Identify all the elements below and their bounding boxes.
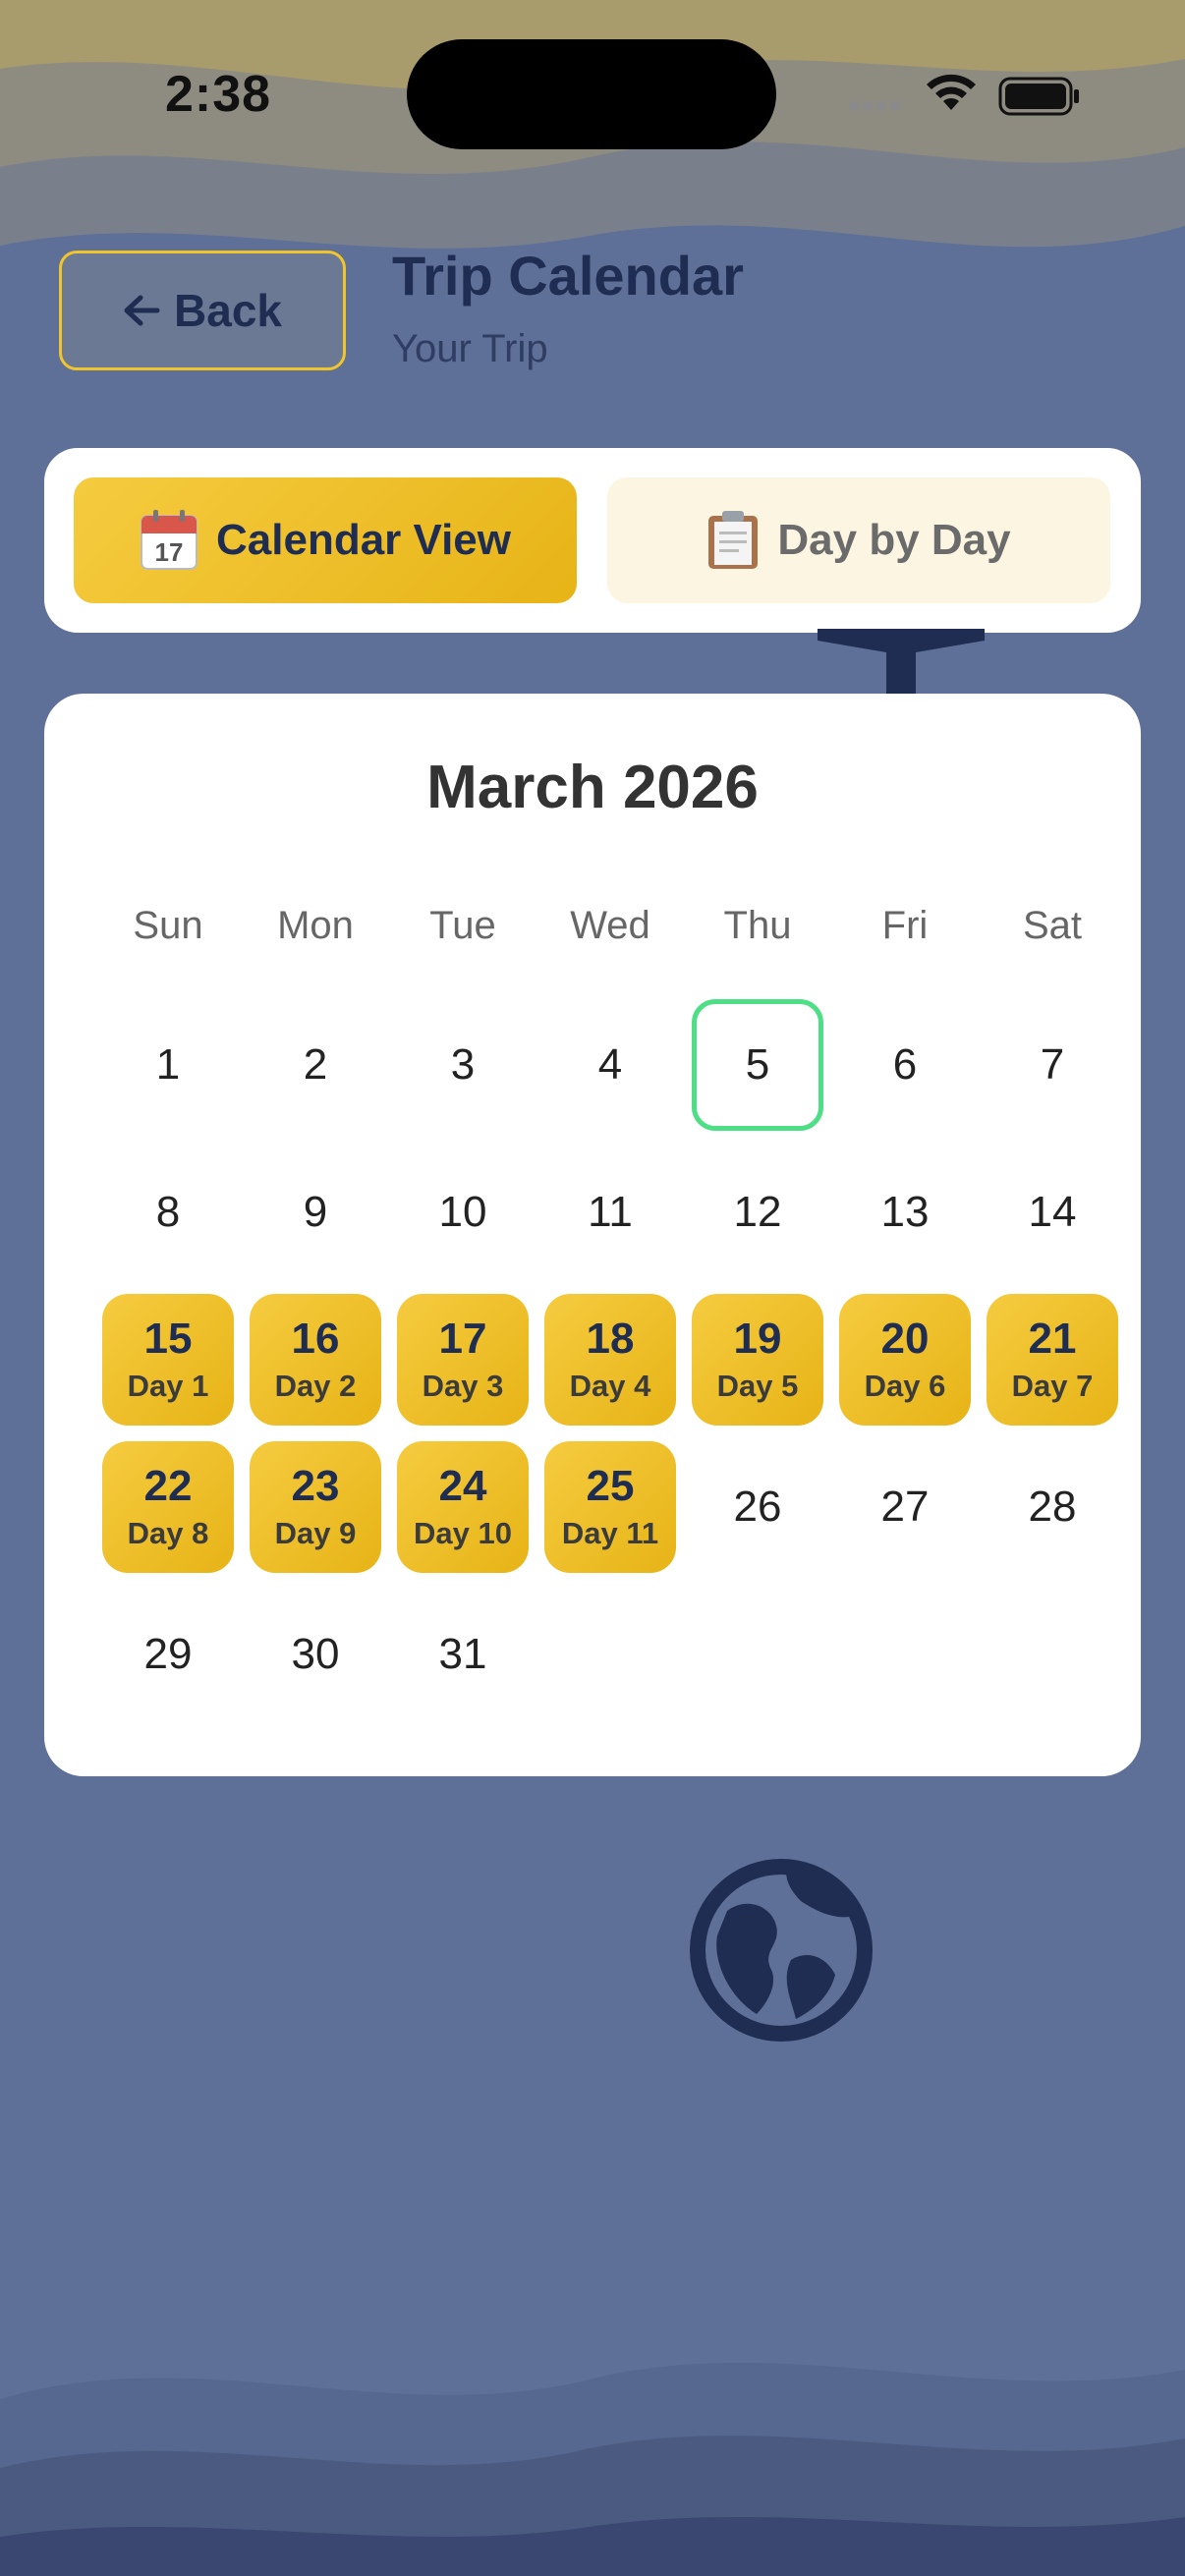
signal-dots-icon: [849, 98, 904, 116]
trip-day-cell[interactable]: 22 Day 8: [102, 1441, 234, 1573]
trip-day-cell[interactable]: 21 Day 7: [987, 1294, 1118, 1426]
trip-day-cell[interactable]: 18 Day 4: [544, 1294, 676, 1426]
day-cell[interactable]: 31: [397, 1589, 529, 1720]
page-subtitle: Your Trip: [392, 327, 548, 370]
weekday-label: Sun: [133, 904, 203, 947]
globe-icon: [690, 1859, 873, 2042]
day-number: 23: [291, 1462, 340, 1510]
trip-day-label: Day 5: [716, 1369, 799, 1403]
day-cell[interactable]: 9: [250, 1147, 381, 1278]
day-cell[interactable]: 1: [102, 999, 234, 1131]
weekday-label: Thu: [723, 904, 792, 947]
trip-day-label: Day 8: [127, 1516, 209, 1550]
day-cell[interactable]: 13: [839, 1147, 971, 1278]
day-cell[interactable]: 30: [250, 1589, 381, 1720]
day-number: 24: [438, 1462, 487, 1510]
trip-day-label: Day 11: [561, 1516, 659, 1550]
day-cell[interactable]: 26: [692, 1441, 823, 1573]
calendar-card: March 2026 Sun Mon Tue Wed Thu Fri Sat 1234567…: [44, 694, 1141, 1776]
day-cell[interactable]: 12: [692, 1147, 823, 1278]
day-number: 20: [880, 1315, 930, 1363]
day-number: 18: [586, 1315, 635, 1363]
trip-day-label: Day 10: [414, 1516, 512, 1550]
day-number: 19: [733, 1315, 782, 1363]
calendar-view-button[interactable]: 17 Calendar View: [74, 477, 577, 603]
trip-day-cell[interactable]: 25 Day 11: [544, 1441, 676, 1573]
day-cell[interactable]: 3: [397, 999, 529, 1131]
trip-day-label: Day 4: [569, 1369, 651, 1403]
day-number: 17: [438, 1315, 487, 1363]
trip-day-cell[interactable]: 17 Day 3: [397, 1294, 529, 1426]
back-button[interactable]: Back: [59, 251, 346, 370]
day-number: 25: [586, 1462, 635, 1510]
month-title: March 2026: [426, 754, 759, 821]
status-time: 2:38: [165, 66, 272, 123]
trip-day-label: Day 3: [422, 1369, 504, 1403]
weekday-label: Fri: [881, 904, 929, 947]
day-number: 22: [143, 1462, 193, 1510]
weekday-label: Wed: [570, 904, 650, 947]
clipboard-icon: [708, 511, 759, 569]
day-cell[interactable]: 14: [987, 1147, 1118, 1278]
svg-text:17: 17: [155, 537, 184, 567]
day-cell[interactable]: 2: [250, 999, 381, 1131]
status-bar: 2:38: [0, 0, 1185, 196]
calendar-icon: 17: [141, 510, 198, 570]
trip-day-cell[interactable]: 16 Day 2: [250, 1294, 381, 1426]
trip-day-label: Day 1: [127, 1369, 209, 1403]
day-cell[interactable]: 29: [102, 1589, 234, 1720]
weekday-label: Mon: [277, 904, 354, 947]
day-cell[interactable]: 7: [987, 999, 1118, 1131]
trip-day-label: Day 6: [864, 1369, 946, 1403]
day-by-day-button[interactable]: Day by Day: [607, 477, 1110, 603]
trip-day-cell[interactable]: 24 Day 10: [397, 1441, 529, 1573]
wifi-icon: [927, 74, 976, 110]
view-toggle: 17 Calendar View Day by Day: [44, 448, 1141, 633]
day-cell[interactable]: 10: [397, 1147, 529, 1278]
day-by-day-label: Day by Day: [777, 516, 1011, 564]
day-cell[interactable]: 6: [839, 999, 971, 1131]
day-cell[interactable]: 8: [102, 1147, 234, 1278]
trip-day-cell[interactable]: 15 Day 1: [102, 1294, 234, 1426]
today-cell[interactable]: 5: [692, 999, 823, 1131]
page-title: Trip Calendar: [392, 245, 744, 307]
trip-day-cell[interactable]: 19 Day 5: [692, 1294, 823, 1426]
background-wave-bottom: [0, 2362, 1185, 2576]
day-number: 21: [1028, 1315, 1077, 1363]
battery-icon: [998, 77, 1079, 116]
arrow-left-icon: [124, 295, 160, 326]
trip-day-cell[interactable]: 23 Day 9: [250, 1441, 381, 1573]
trip-day-cell[interactable]: 20 Day 6: [839, 1294, 971, 1426]
day-cell[interactable]: 28: [987, 1441, 1118, 1573]
weekday-label: Sat: [1022, 904, 1083, 947]
back-button-label: Back: [174, 285, 282, 336]
dynamic-island: [407, 39, 776, 149]
day-cell[interactable]: 11: [544, 1147, 676, 1278]
weekday-label: Tue: [429, 904, 496, 947]
day-cell[interactable]: 27: [839, 1441, 971, 1573]
trip-day-label: Day 7: [1011, 1369, 1094, 1403]
calendar-view-label: Calendar View: [216, 516, 511, 564]
day-cell[interactable]: 4: [544, 999, 676, 1131]
day-number: 16: [291, 1315, 340, 1363]
trip-day-label: Day 9: [274, 1516, 357, 1550]
trip-day-label: Day 2: [274, 1369, 357, 1403]
day-number: 15: [143, 1315, 193, 1363]
airplane-icon: [818, 629, 985, 698]
